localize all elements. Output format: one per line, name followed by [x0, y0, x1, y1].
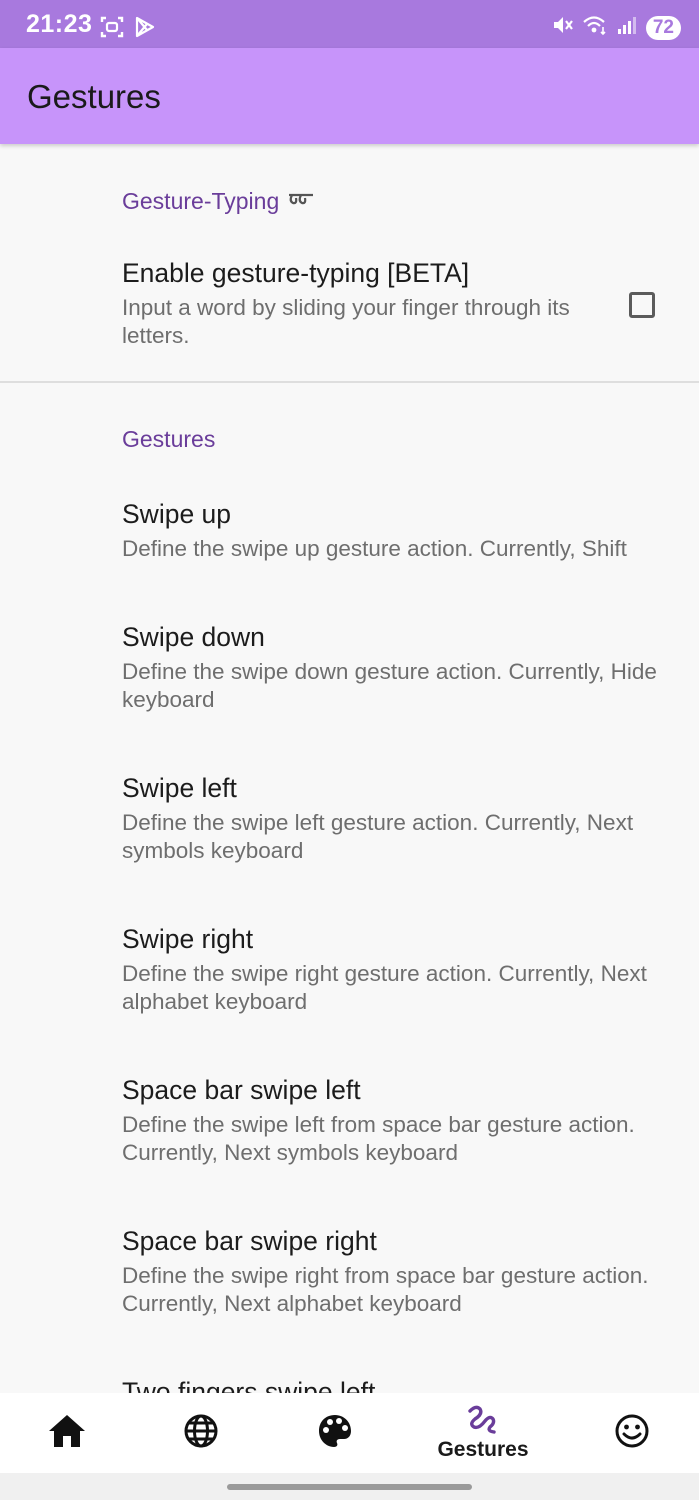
- emoji-icon: [614, 1413, 650, 1454]
- pref-title: Two fingers swipe left: [122, 1377, 376, 1393]
- pref-swipe-left[interactable]: Swipe left Define the swipe left gesture…: [0, 758, 699, 898]
- section-header-gestures: Gestures: [122, 426, 215, 453]
- pref-title: Swipe left: [122, 773, 237, 803]
- section-header-label: Gestures: [122, 426, 216, 452]
- signal-icon: [616, 14, 638, 41]
- status-left-icons: [100, 16, 156, 43]
- nav-label-gestures: Gestures: [437, 1437, 529, 1461]
- pref-title: Enable gesture-typing [BETA]: [122, 258, 470, 288]
- nav-item-gestures[interactable]: Gestures: [423, 1393, 543, 1473]
- gestures-icon: [466, 1405, 500, 1440]
- mute-icon: [552, 14, 574, 41]
- play-store-icon: [134, 16, 156, 43]
- gesture-typing-icon: [287, 188, 315, 215]
- home-gesture-handle[interactable]: [227, 1484, 472, 1490]
- palette-icon: [317, 1413, 353, 1454]
- app-bar: Gestures: [0, 48, 699, 144]
- pref-swipe-right[interactable]: Swipe right Define the swipe right gestu…: [0, 909, 699, 1049]
- globe-icon: [183, 1413, 219, 1454]
- pref-enable-gesture-typing[interactable]: Enable gesture-typing [BETA] Input a wor…: [0, 240, 699, 370]
- settings-list[interactable]: Gesture-Typing Enable gesture-typing [BE…: [0, 144, 699, 1393]
- nav-item-language[interactable]: [161, 1393, 241, 1473]
- pref-summary: Define the swipe right gesture action. C…: [122, 961, 647, 1014]
- pref-summary: Define the swipe down gesture action. Cu…: [122, 659, 657, 712]
- pref-summary: Define the swipe left gesture action. Cu…: [122, 810, 634, 863]
- battery-level: 72: [645, 15, 681, 40]
- section-divider: [0, 381, 699, 383]
- screenshot-icon: [100, 16, 124, 43]
- pref-title: Swipe up: [122, 499, 232, 529]
- bottom-navigation: Gestures: [0, 1393, 699, 1473]
- status-right-icons: 72: [552, 14, 681, 41]
- pref-two-fingers-swipe-left[interactable]: Two fingers swipe left: [0, 1362, 699, 1393]
- wifi-icon: [582, 14, 608, 41]
- status-bar: 21:23 72: [0, 0, 699, 48]
- pref-swipe-up[interactable]: Swipe up Define the swipe up gesture act…: [0, 484, 699, 594]
- section-header-label: Gesture-Typing: [122, 188, 280, 214]
- pref-title: Space bar swipe right: [122, 1226, 377, 1256]
- pref-title: Swipe down: [122, 622, 265, 652]
- pref-summary: Define the swipe up gesture action. Curr…: [122, 536, 627, 561]
- status-time: 21:23: [26, 10, 93, 38]
- page-title: Gestures: [27, 78, 161, 115]
- pref-summary: Define the swipe right from space bar ge…: [122, 1263, 649, 1316]
- pref-title: Space bar swipe left: [122, 1075, 361, 1105]
- pref-title: Swipe right: [122, 924, 254, 954]
- gesture-typing-checkbox[interactable]: [629, 292, 655, 318]
- pref-space-bar-swipe-right[interactable]: Space bar swipe right Define the swipe r…: [0, 1211, 699, 1351]
- pref-swipe-down[interactable]: Swipe down Define the swipe down gesture…: [0, 607, 699, 747]
- home-icon: [47, 1413, 87, 1454]
- nav-item-home[interactable]: [27, 1393, 107, 1473]
- nav-item-theme[interactable]: [295, 1393, 375, 1473]
- system-navigation-bar: [0, 1473, 699, 1500]
- pref-summary: Input a word by sliding your finger thro…: [122, 295, 570, 348]
- nav-item-emoji[interactable]: [592, 1393, 672, 1473]
- pref-space-bar-swipe-left[interactable]: Space bar swipe left Define the swipe le…: [0, 1060, 699, 1200]
- section-header-gesture-typing: Gesture-Typing: [122, 188, 315, 215]
- pref-summary: Define the swipe left from space bar ges…: [122, 1112, 635, 1165]
